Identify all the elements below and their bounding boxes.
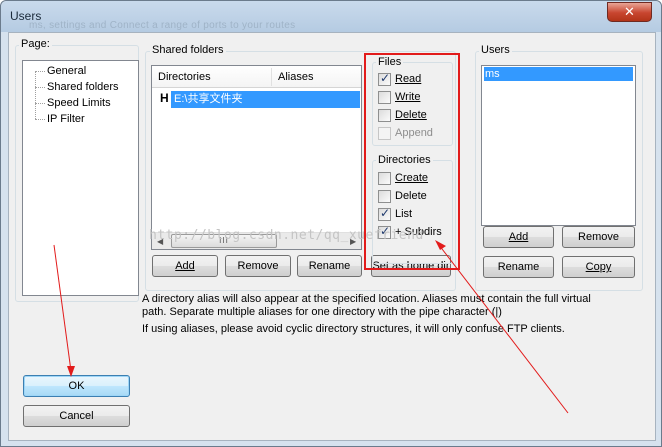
users-dialog: Users ms, settings and Connect a range o… [0, 0, 662, 447]
arrow-to-ok-head [67, 366, 75, 377]
arrow-to-permissions-line [438, 244, 569, 414]
arrow-to-permissions-head [435, 240, 446, 250]
arrow-to-ok-line [53, 244, 72, 372]
annotation-arrows [53, 240, 569, 414]
